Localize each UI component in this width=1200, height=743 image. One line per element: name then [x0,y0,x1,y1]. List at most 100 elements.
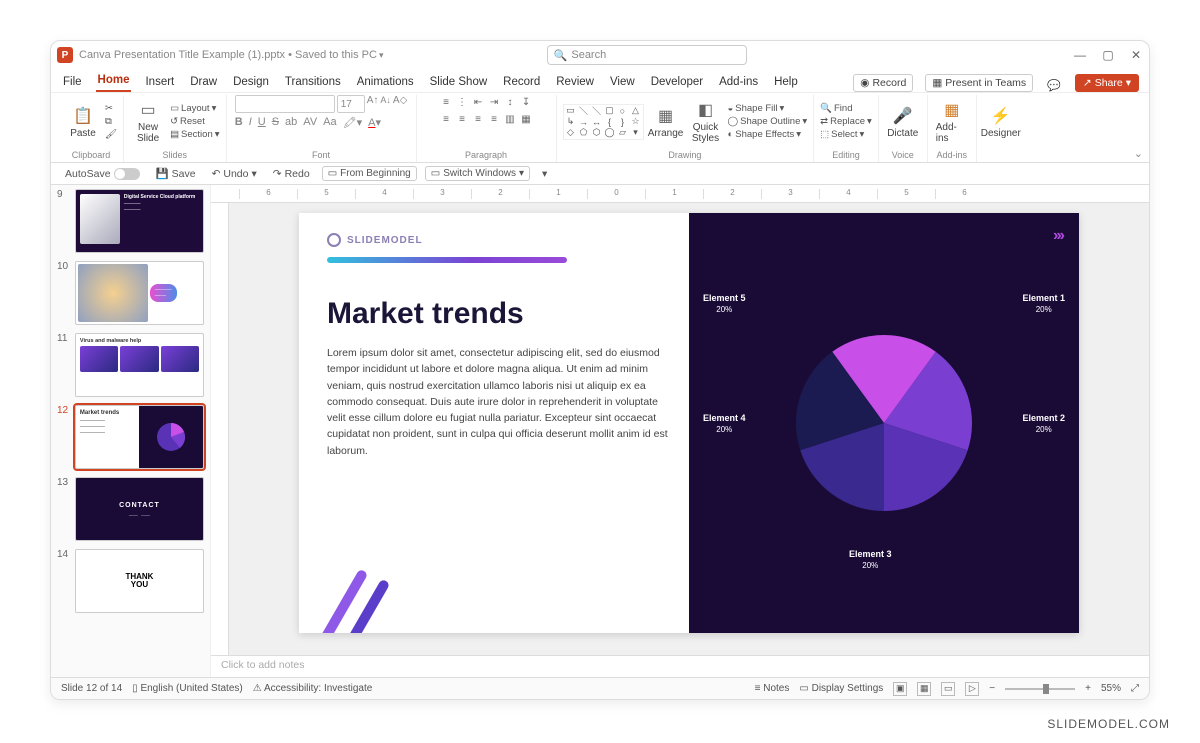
clear-format-icon[interactable]: A◇ [393,95,407,113]
maximize-button[interactable]: ▢ [1101,48,1115,62]
title-dropdown-icon[interactable]: ▾ [379,50,384,61]
slide-thumbnail-9[interactable]: Digital Service Cloud platform––––––––––… [75,189,204,253]
share-button[interactable]: ↗ Share ▾ [1075,74,1139,92]
minimize-button[interactable]: — [1073,48,1087,62]
shapes-gallery[interactable]: ▭＼＼▢○△ ↳→↔{}☆ ◇⬠⬡◯▱▾ [563,104,644,140]
close-button[interactable]: ✕ [1129,48,1143,62]
tab-home[interactable]: Home [96,70,132,92]
columns-button[interactable]: ▥ [503,112,517,126]
shadow-button[interactable]: ab [285,116,297,129]
status-display-settings[interactable]: ▭ Display Settings [799,683,883,694]
numbering-button[interactable]: ⋮ [455,95,469,109]
shape-fill-button[interactable]: ◒ Shape Fill ▾ [728,103,808,114]
vertical-ruler[interactable] [211,203,229,655]
slide-thumbnail-panel[interactable]: 9 Digital Service Cloud platform––––––––… [51,185,211,677]
zoom-level[interactable]: 55% [1101,683,1121,694]
from-beginning-button[interactable]: ▭ From Beginning [322,166,417,181]
autosave-toggle[interactable]: AutoSave [61,167,144,181]
slide-title[interactable]: Market trends [327,297,669,331]
tab-design[interactable]: Design [231,72,271,92]
align-center-button[interactable]: ≡ [455,112,469,126]
strike-button[interactable]: S [272,116,279,129]
copy-button[interactable]: ⧉ [105,116,117,127]
line-spacing-button[interactable]: ↕ [503,95,517,109]
indent-dec-button[interactable]: ⇤ [471,95,485,109]
view-normal-button[interactable]: ▣ [893,682,907,696]
slide-body-text[interactable]: Lorem ipsum dolor sit amet, consectetur … [327,345,669,459]
slide-thumbnail-12[interactable]: Market trends––––––––––––––––––––––––––– [75,405,204,469]
slide-thumbnail-14[interactable]: THANKYOU [75,549,204,613]
find-button[interactable]: 🔍 Find [820,103,872,114]
quick-styles-button[interactable]: ◧Quick Styles [688,97,724,146]
view-reading-button[interactable]: ▭ [941,682,955,696]
shape-outline-button[interactable]: ◯ Shape Outline ▾ [728,116,808,127]
view-slideshow-button[interactable]: ▷ [965,682,979,696]
select-button[interactable]: ⬚ Select ▾ [820,129,872,140]
tab-record[interactable]: Record [501,72,542,92]
tab-animations[interactable]: Animations [355,72,416,92]
align-left-button[interactable]: ≡ [439,112,453,126]
record-button[interactable]: ◉ Record [853,74,913,92]
tab-transitions[interactable]: Transitions [283,72,343,92]
status-notes-button[interactable]: ≡ Notes [755,683,790,694]
format-painter-button[interactable]: 🖌 [105,129,117,140]
slide-thumbnail-13[interactable]: CONTACT–––– –––– [75,477,204,541]
tab-slideshow[interactable]: Slide Show [428,72,490,92]
arrange-button[interactable]: ▦Arrange [648,103,684,141]
tab-help[interactable]: Help [772,72,800,92]
slide-thumbnail-11[interactable]: Virus and malware help [75,333,204,397]
replace-button[interactable]: ⇄ Replace ▾ [820,116,872,127]
align-right-button[interactable]: ≡ [471,112,485,126]
zoom-slider[interactable] [1005,688,1075,690]
undo-button[interactable]: ↶ Undo ▾ [208,167,261,181]
indent-inc-button[interactable]: ⇥ [487,95,501,109]
present-in-teams-button[interactable]: ▦ Present in Teams [925,74,1033,92]
text-direction-button[interactable]: ↧ [519,95,533,109]
increase-font-icon[interactable]: A↑ [367,95,379,113]
tab-file[interactable]: File [61,72,84,92]
designer-button[interactable]: ⚡Designer [983,103,1019,141]
shape-effects-button[interactable]: ◐ Shape Effects ▾ [728,129,808,140]
ribbon-collapse-icon[interactable]: ⌄ [1134,147,1143,160]
bold-button[interactable]: B [235,116,243,129]
layout-button[interactable]: ▭ Layout ▾ [170,103,219,114]
notes-pane[interactable]: Click to add notes [211,655,1149,677]
tab-draw[interactable]: Draw [188,72,219,92]
underline-button[interactable]: U [258,116,266,129]
tab-review[interactable]: Review [554,72,596,92]
tab-addins[interactable]: Add-ins [717,72,760,92]
tab-insert[interactable]: Insert [143,72,176,92]
tab-developer[interactable]: Developer [649,72,705,92]
highlight-color-button[interactable]: 🖍▾ [343,116,363,129]
save-button[interactable]: 💾 Save [152,166,200,181]
bullets-button[interactable]: ≡ [439,95,453,109]
dictate-button[interactable]: 🎤Dictate [885,103,921,141]
font-size-combo[interactable]: 17 [337,95,365,113]
italic-button[interactable]: I [249,116,252,129]
font-color-button[interactable]: A▾ [368,116,381,129]
status-accessibility[interactable]: ⚠ Accessibility: Investigate [253,683,373,694]
slide-canvas[interactable]: SLIDEMODEL Market trends Lorem ipsum dol… [299,213,1079,633]
font-family-combo[interactable] [235,95,335,113]
pie-chart[interactable] [774,313,994,533]
section-button[interactable]: ▤ Section ▾ [170,129,219,140]
comments-icon[interactable]: 💬 [1045,79,1063,92]
reset-button[interactable]: ↺ Reset [170,116,219,127]
justify-button[interactable]: ≡ [487,112,501,126]
status-language[interactable]: ▯ English (United States) [132,683,243,694]
horizontal-ruler[interactable]: 6543210123456 [211,185,1149,203]
addins-button[interactable]: ▦Add-ins [934,97,970,146]
slide-canvas-area[interactable]: SLIDEMODEL Market trends Lorem ipsum dol… [211,203,1149,655]
change-case-button[interactable]: Aa [323,116,336,129]
paste-button[interactable]: 📋Paste [65,103,101,141]
char-spacing-button[interactable]: AV [303,116,317,129]
smartart-button[interactable]: ▦ [519,112,533,126]
cut-button[interactable]: ✂ [105,103,117,114]
redo-button[interactable]: ↷ Redo [269,167,314,181]
slide-thumbnail-10[interactable]: –––––––––– [75,261,204,325]
search-box[interactable]: 🔍 Search [547,45,747,65]
qat-customize-icon[interactable]: ▾ [538,167,551,181]
new-slide-button[interactable]: ▭New Slide [130,97,166,146]
view-sorter-button[interactable]: ▦ [917,682,931,696]
tab-view[interactable]: View [608,72,637,92]
